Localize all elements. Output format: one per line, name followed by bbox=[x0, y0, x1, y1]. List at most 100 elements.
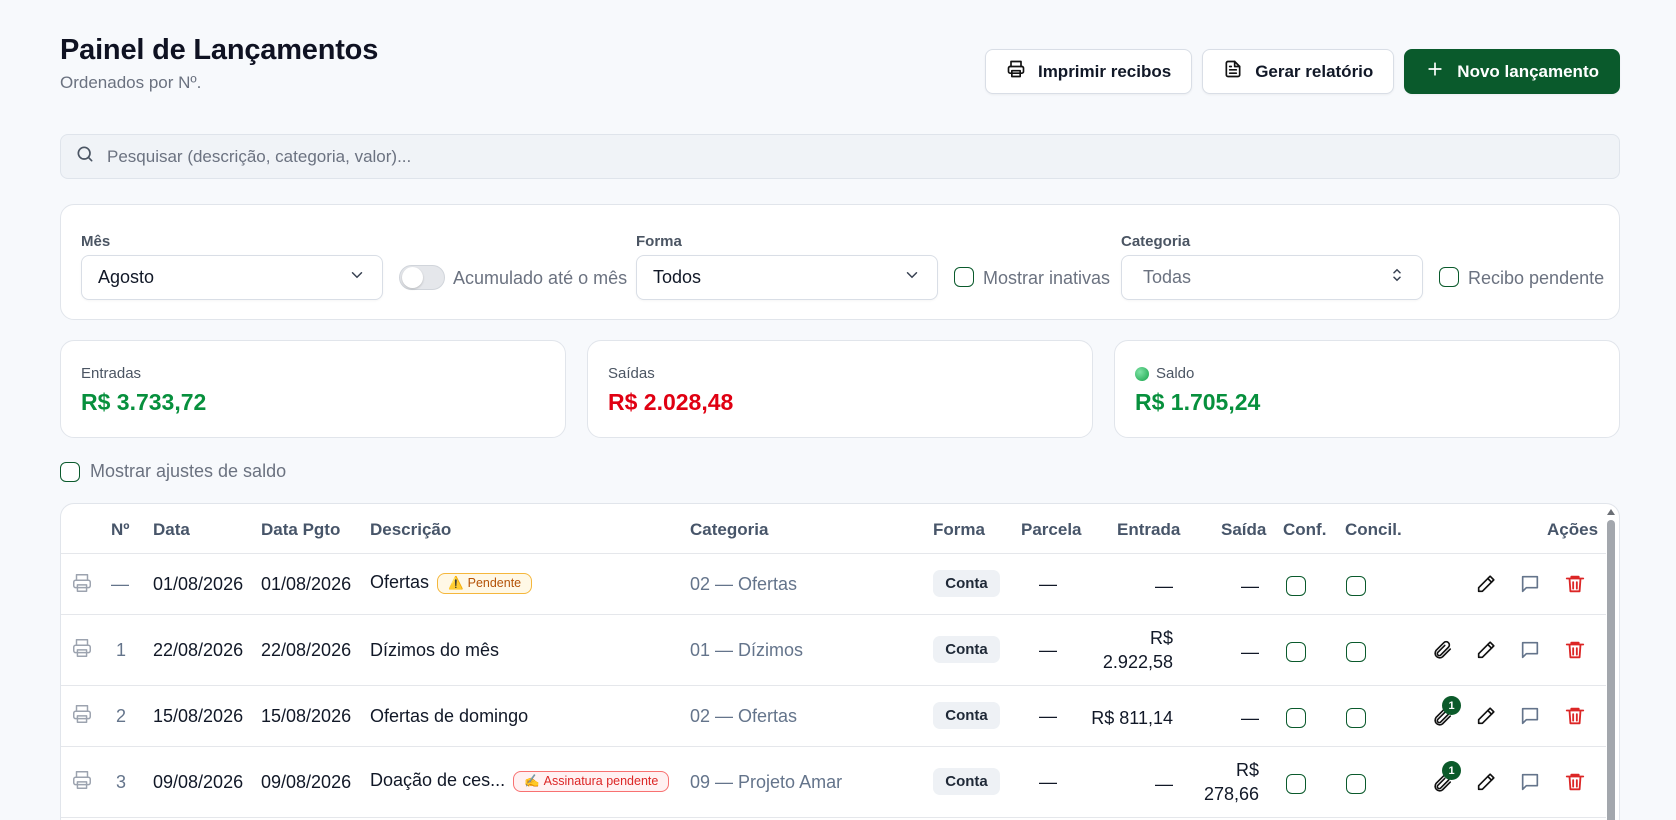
status-badge-label: Pendente bbox=[467, 576, 522, 591]
reconciled-checkbox[interactable] bbox=[1346, 576, 1366, 596]
row-description: Doação de ces... ✍️ Assinatura pendente bbox=[370, 770, 670, 792]
show-inactive-label: Mostrar inativas bbox=[983, 268, 1111, 288]
table-row[interactable]: 3 09/08/2026 09/08/2026 Doação de ces...… bbox=[61, 747, 1606, 818]
row-description: Dízimos do mês bbox=[370, 640, 500, 660]
col-reconciled[interactable]: Concil. bbox=[1345, 520, 1402, 540]
col-num[interactable]: Nº bbox=[111, 520, 130, 540]
row-expense-line: — bbox=[1241, 708, 1259, 728]
row-expense-line: R$ bbox=[1235, 760, 1259, 780]
scrollbar-thumb[interactable] bbox=[1607, 520, 1615, 820]
printer-icon[interactable] bbox=[71, 572, 93, 594]
status-badge: ⚠️ Pendente bbox=[437, 572, 533, 594]
row-description-text: Ofertas bbox=[370, 572, 430, 592]
row-date: 09/08/2026 bbox=[153, 772, 244, 792]
col-expense[interactable]: Saída bbox=[1221, 520, 1266, 540]
row-pay-date: 01/08/2026 bbox=[261, 574, 352, 594]
row-date: 15/08/2026 bbox=[153, 706, 244, 726]
trash-icon[interactable] bbox=[1564, 639, 1586, 661]
col-pay-date[interactable]: Data Pgto bbox=[261, 520, 340, 540]
trash-icon[interactable] bbox=[1564, 705, 1586, 727]
col-form[interactable]: Forma bbox=[933, 520, 985, 540]
printer-icon[interactable] bbox=[71, 769, 93, 791]
comment-icon[interactable] bbox=[1519, 771, 1541, 793]
pencil-icon[interactable] bbox=[1475, 705, 1497, 727]
printer-icon[interactable] bbox=[71, 703, 93, 725]
col-date[interactable]: Data bbox=[153, 520, 190, 540]
row-category: 02 — Ofertas bbox=[690, 574, 798, 594]
row-income: — bbox=[1155, 574, 1173, 598]
print-receipts-label: Imprimir recibos bbox=[1037, 61, 1172, 81]
signature-icon: ✍️ bbox=[524, 773, 540, 788]
table-row[interactable]: 1 22/08/2026 22/08/2026 Dízimos do mês 0… bbox=[61, 615, 1606, 686]
warning-icon: ⚠️ bbox=[448, 575, 464, 590]
show-adjustments[interactable]: Mostrar ajustes de saldo bbox=[60, 461, 286, 482]
printer-icon bbox=[1006, 59, 1026, 84]
row-expense-line: — bbox=[1241, 576, 1259, 596]
month-select[interactable]: Agosto bbox=[81, 255, 383, 300]
reconciled-checkbox[interactable] bbox=[1346, 774, 1366, 794]
confirmed-checkbox[interactable] bbox=[1286, 708, 1306, 728]
row-date: 22/08/2026 bbox=[153, 640, 244, 660]
row-num: 3 bbox=[116, 772, 127, 792]
paperclip-icon[interactable] bbox=[1431, 639, 1453, 661]
row-income-line: R$ 811,14 bbox=[1091, 708, 1173, 728]
toggle-knob bbox=[402, 267, 423, 288]
row-pay-date: 15/08/2026 bbox=[261, 706, 352, 726]
category-select-value: Todas bbox=[1143, 267, 1192, 287]
col-description[interactable]: Descrição bbox=[370, 520, 451, 540]
search-icon bbox=[75, 144, 95, 169]
entries-table: Nº Data Data Pgto Descrição Categoria Fo… bbox=[60, 503, 1620, 820]
comment-icon[interactable] bbox=[1519, 639, 1541, 661]
search-bar bbox=[60, 134, 1620, 179]
row-num: 1 bbox=[116, 640, 127, 660]
pencil-icon[interactable] bbox=[1475, 639, 1497, 661]
cumulative-toggle[interactable] bbox=[399, 265, 445, 290]
comment-icon[interactable] bbox=[1519, 705, 1541, 727]
show-adjustments-checkbox[interactable] bbox=[60, 461, 80, 482]
scroll-up-arrow[interactable] bbox=[1607, 509, 1615, 515]
balance-label: Saldo bbox=[1156, 365, 1195, 382]
table-row[interactable]: 2 15/08/2026 15/08/2026 Ofertas de domin… bbox=[61, 686, 1606, 747]
trash-icon[interactable] bbox=[1564, 573, 1586, 595]
reconciled-checkbox[interactable] bbox=[1346, 642, 1366, 662]
category-select[interactable]: Todas bbox=[1121, 255, 1423, 300]
generate-report-button[interactable]: Gerar relatório bbox=[1202, 49, 1395, 94]
month-select-value: Agosto bbox=[98, 267, 155, 287]
confirmed-checkbox[interactable] bbox=[1286, 576, 1306, 596]
pencil-icon[interactable] bbox=[1475, 771, 1497, 793]
status-badge-label: Assinatura pendente bbox=[543, 774, 659, 789]
page-title: Painel de Lançamentos bbox=[60, 34, 379, 66]
printer-icon[interactable] bbox=[71, 637, 93, 659]
col-installment[interactable]: Parcela bbox=[1021, 520, 1082, 540]
search-input[interactable] bbox=[107, 146, 1507, 167]
generate-report-label: Gerar relatório bbox=[1255, 61, 1374, 81]
row-expense: — bbox=[1241, 706, 1259, 730]
table-row[interactable]: — 01/08/2026 01/08/2026 Ofertas ⚠️ Pendent… bbox=[61, 554, 1606, 615]
balance-card: Saldo R$ 1.705,24 bbox=[1114, 340, 1620, 438]
comment-icon[interactable] bbox=[1519, 573, 1541, 595]
confirmed-checkbox[interactable] bbox=[1286, 642, 1306, 662]
form-select[interactable]: Todos bbox=[636, 255, 938, 300]
show-adjustments-label: Mostrar ajustes de saldo bbox=[90, 461, 287, 481]
row-installment: — bbox=[1039, 706, 1057, 726]
col-actions: Ações bbox=[1547, 520, 1599, 539]
chevron-down-icon bbox=[903, 266, 921, 289]
row-pay-date: 22/08/2026 bbox=[261, 640, 352, 660]
pencil-icon[interactable] bbox=[1475, 573, 1497, 595]
income-value: R$ 3.733,72 bbox=[81, 389, 207, 415]
new-entry-button[interactable]: Novo lançamento bbox=[1404, 49, 1620, 94]
reconciled-checkbox[interactable] bbox=[1346, 708, 1366, 728]
col-confirmed[interactable]: Conf. bbox=[1283, 520, 1326, 540]
col-income[interactable]: Entrada bbox=[1117, 520, 1180, 540]
income-card: Entradas R$ 3.733,72 bbox=[60, 340, 566, 438]
print-receipts-button[interactable]: Imprimir recibos bbox=[984, 49, 1193, 94]
confirmed-checkbox[interactable] bbox=[1286, 774, 1306, 794]
receipt-pending-checkbox[interactable] bbox=[1439, 267, 1459, 287]
row-category: 02 — Ofertas bbox=[690, 706, 798, 726]
form-label: Forma bbox=[636, 233, 682, 250]
show-inactive-checkbox[interactable] bbox=[954, 267, 974, 287]
category-label: Categoria bbox=[1121, 233, 1191, 250]
trash-icon[interactable] bbox=[1564, 771, 1586, 793]
col-category[interactable]: Categoria bbox=[690, 520, 768, 540]
page-header: Painel de Lançamentos Ordenados por Nº. bbox=[60, 34, 378, 93]
